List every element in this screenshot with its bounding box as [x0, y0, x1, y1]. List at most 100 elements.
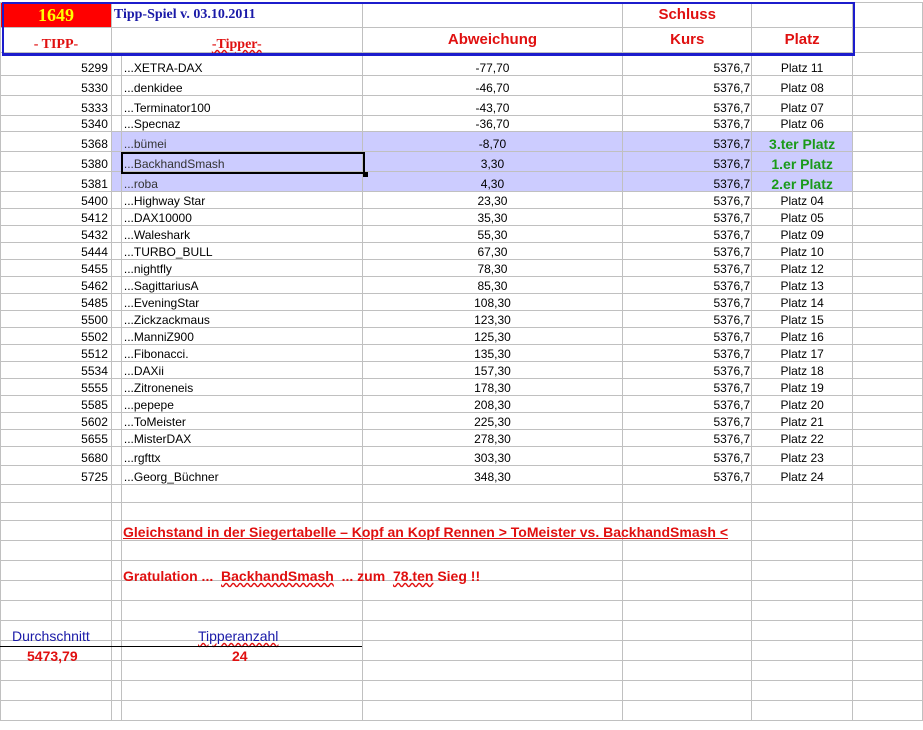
cell[interactable]: [852, 276, 923, 294]
tipp-cell[interactable]: 5368: [0, 131, 112, 152]
platz-cell[interactable]: 1.er Platz: [751, 151, 854, 172]
game-title[interactable]: Tipp-Spiel v. 03.10.2011: [110, 2, 363, 28]
cell[interactable]: [622, 484, 753, 503]
kurs-cell[interactable]: 5376,7: [622, 171, 753, 192]
header-platz[interactable]: Platz: [751, 27, 854, 53]
cell[interactable]: [110, 640, 122, 661]
cell[interactable]: [852, 680, 923, 701]
cell[interactable]: [751, 560, 854, 581]
cell[interactable]: [622, 680, 753, 701]
cell[interactable]: [852, 131, 923, 152]
abweichung-cell[interactable]: 303,30: [361, 446, 624, 466]
tipper-cell[interactable]: ...BackhandSmash: [120, 151, 363, 172]
kurs-cell[interactable]: 5376,7: [622, 208, 753, 226]
cell[interactable]: [751, 520, 854, 541]
kurs-cell[interactable]: 5376,7: [622, 75, 753, 96]
tipp-cell[interactable]: 5534: [0, 361, 112, 379]
spacer-cell[interactable]: [110, 293, 122, 311]
kurs-cell[interactable]: 5376,7: [622, 131, 753, 152]
cell[interactable]: [0, 502, 112, 521]
platz-cell[interactable]: 2.er Platz: [751, 171, 854, 192]
cell[interactable]: [852, 208, 923, 226]
platz-cell[interactable]: Platz 13: [751, 276, 854, 294]
tipp-cell[interactable]: 5680: [0, 446, 112, 466]
average-value[interactable]: 5473,79: [27, 648, 78, 664]
tipp-cell[interactable]: 5655: [0, 429, 112, 447]
cell[interactable]: [852, 2, 923, 28]
spacer-cell[interactable]: [110, 75, 122, 96]
tipp-cell[interactable]: 5299: [0, 52, 112, 76]
platz-cell[interactable]: Platz 08: [751, 75, 854, 96]
spacer-cell[interactable]: [110, 208, 122, 226]
cell[interactable]: [852, 293, 923, 311]
abweichung-cell[interactable]: -8,70: [361, 131, 624, 152]
platz-cell[interactable]: Platz 06: [751, 115, 854, 132]
tipper-cell[interactable]: ...Georg_Büchner: [120, 465, 363, 485]
cell[interactable]: [852, 378, 923, 396]
tipp-cell[interactable]: 5455: [0, 259, 112, 277]
tipp-cell[interactable]: 5555: [0, 378, 112, 396]
platz-cell[interactable]: Platz 11: [751, 52, 854, 76]
abweichung-cell[interactable]: 157,30: [361, 361, 624, 379]
kurs-cell[interactable]: 5376,7: [622, 191, 753, 209]
platz-cell[interactable]: Platz 24: [751, 465, 854, 485]
platz-cell[interactable]: 3.ter Platz: [751, 131, 854, 152]
cell[interactable]: [622, 620, 753, 641]
abweichung-cell[interactable]: 85,30: [361, 276, 624, 294]
cell[interactable]: [852, 259, 923, 277]
tipper-cell[interactable]: ...pepepe: [120, 395, 363, 413]
kurs-cell[interactable]: 5376,7: [622, 412, 753, 430]
cell[interactable]: [751, 640, 854, 661]
tie-note[interactable]: Gleichstand in der Siegertabelle – Kopf …: [123, 524, 728, 540]
cell[interactable]: [852, 225, 923, 243]
cell[interactable]: [110, 520, 122, 541]
platz-cell[interactable]: Platz 18: [751, 361, 854, 379]
spacer-cell[interactable]: [110, 378, 122, 396]
cell[interactable]: [852, 75, 923, 96]
congrats-note[interactable]: Gratulation ... BackhandSmash ... zum 78…: [123, 568, 480, 584]
platz-cell[interactable]: Platz 16: [751, 327, 854, 345]
cell[interactable]: [852, 310, 923, 328]
cell[interactable]: [110, 502, 122, 521]
cell[interactable]: [852, 520, 923, 541]
tipp-cell[interactable]: 5485: [0, 293, 112, 311]
cell[interactable]: [751, 540, 854, 561]
cell[interactable]: [622, 560, 753, 581]
header-abweichung[interactable]: Abweichung: [361, 27, 624, 53]
spacer-cell[interactable]: [110, 242, 122, 260]
cell[interactable]: [751, 2, 854, 28]
tipp-cell[interactable]: 5380: [0, 151, 112, 172]
cell[interactable]: [852, 395, 923, 413]
cell[interactable]: [852, 27, 923, 53]
cell[interactable]: [852, 327, 923, 345]
platz-cell[interactable]: Platz 19: [751, 378, 854, 396]
game-number[interactable]: 1649: [0, 2, 112, 28]
cell[interactable]: [852, 95, 923, 116]
cell[interactable]: [751, 580, 854, 601]
cell[interactable]: [852, 484, 923, 503]
tipper-cell[interactable]: ...bümei: [120, 131, 363, 152]
tipper-cell[interactable]: ...Terminator100: [120, 95, 363, 116]
cell[interactable]: [622, 540, 753, 561]
cell[interactable]: [852, 151, 923, 172]
kurs-cell[interactable]: 5376,7: [622, 115, 753, 132]
abweichung-cell[interactable]: 108,30: [361, 293, 624, 311]
cell[interactable]: [361, 484, 624, 503]
tipper-cell[interactable]: ...rgfttx: [120, 446, 363, 466]
abweichung-cell[interactable]: 3,30: [361, 151, 624, 172]
spacer-cell[interactable]: [110, 276, 122, 294]
abweichung-cell[interactable]: 348,30: [361, 465, 624, 485]
cell[interactable]: [751, 660, 854, 681]
tipper-cell[interactable]: ...DAX10000: [120, 208, 363, 226]
cell[interactable]: [0, 540, 112, 561]
tipper-cell[interactable]: ...Highway Star: [120, 191, 363, 209]
abweichung-cell[interactable]: -36,70: [361, 115, 624, 132]
cell[interactable]: [852, 502, 923, 521]
cell[interactable]: [751, 502, 854, 521]
abweichung-cell[interactable]: 278,30: [361, 429, 624, 447]
tipper-cell[interactable]: ...Specnaz: [120, 115, 363, 132]
abweichung-cell[interactable]: 4,30: [361, 171, 624, 192]
platz-cell[interactable]: Platz 10: [751, 242, 854, 260]
kurs-cell[interactable]: 5376,7: [622, 293, 753, 311]
cell[interactable]: [110, 484, 122, 503]
